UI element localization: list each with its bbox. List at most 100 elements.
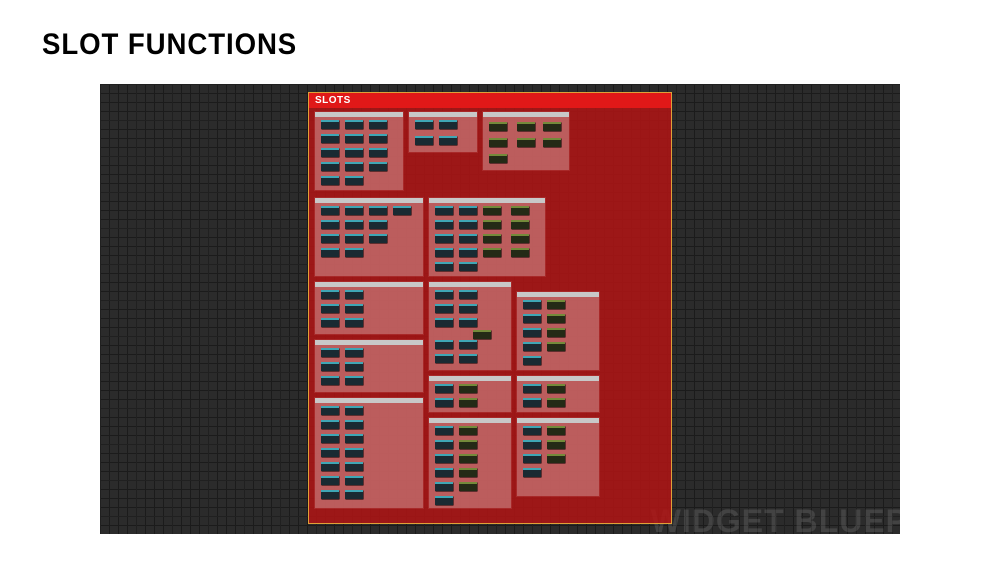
blueprint-node[interactable] [547,426,565,435]
blueprint-node[interactable] [345,348,363,357]
blueprint-node[interactable] [435,290,453,299]
blueprint-node[interactable] [547,440,565,449]
blueprint-node[interactable] [459,398,477,407]
blueprint-node[interactable] [523,342,541,351]
blueprint-node[interactable] [459,440,477,449]
blueprint-node[interactable] [523,426,541,435]
blueprint-node[interactable] [345,362,363,371]
node-group[interactable] [429,282,511,370]
slots-header[interactable]: SLOTS [309,93,671,108]
blueprint-node[interactable] [345,318,363,327]
blueprint-node[interactable] [523,300,541,309]
blueprint-node[interactable] [435,454,453,463]
blueprint-node[interactable] [369,206,387,215]
node-group[interactable] [517,418,599,496]
group-header-bar[interactable] [315,198,423,203]
blueprint-node[interactable] [435,482,453,491]
blueprint-node[interactable] [321,448,339,457]
blueprint-node[interactable] [435,354,453,363]
blueprint-node[interactable] [345,220,363,229]
blueprint-node[interactable] [459,482,477,491]
node-group[interactable] [429,418,511,508]
node-group[interactable] [429,376,511,412]
node-group[interactable] [315,340,423,392]
blueprint-node[interactable] [511,206,529,215]
blueprint-node[interactable] [483,220,501,229]
blueprint-node[interactable] [345,176,363,185]
blueprint-node[interactable] [345,206,363,215]
blueprint-node[interactable] [523,398,541,407]
blueprint-node[interactable] [435,468,453,477]
blueprint-node[interactable] [345,290,363,299]
blueprint-node[interactable] [489,122,507,131]
blueprint-node[interactable] [321,362,339,371]
blueprint-node[interactable] [435,220,453,229]
group-header-bar[interactable] [429,376,511,381]
blueprint-node[interactable] [369,134,387,143]
blueprint-node[interactable] [435,384,453,393]
node-group[interactable] [483,112,569,170]
blueprint-node[interactable] [459,318,477,327]
blueprint-node[interactable] [345,420,363,429]
blueprint-node[interactable] [345,476,363,485]
blueprint-node[interactable] [321,134,339,143]
blueprint-node[interactable] [473,330,491,339]
group-header-bar[interactable] [429,282,511,287]
group-header-bar[interactable] [517,418,599,423]
node-group[interactable] [429,198,545,276]
blueprint-node[interactable] [345,304,363,313]
blueprint-node[interactable] [415,120,433,129]
blueprint-node[interactable] [435,426,453,435]
blueprint-node[interactable] [523,454,541,463]
blueprint-node[interactable] [435,304,453,313]
blueprint-node[interactable] [369,148,387,157]
node-group[interactable] [517,376,599,412]
blueprint-node[interactable] [483,234,501,243]
blueprint-node[interactable] [345,162,363,171]
blueprint-node[interactable] [459,248,477,257]
blueprint-node[interactable] [321,348,339,357]
blueprint-node[interactable] [435,234,453,243]
group-header-bar[interactable] [429,198,545,203]
blueprint-node[interactable] [547,398,565,407]
blueprint-node[interactable] [321,462,339,471]
blueprint-node[interactable] [547,300,565,309]
blueprint-node[interactable] [321,376,339,385]
blueprint-node[interactable] [345,248,363,257]
blueprint-node[interactable] [459,468,477,477]
blueprint-node[interactable] [321,304,339,313]
blueprint-node[interactable] [459,220,477,229]
blueprint-node[interactable] [369,220,387,229]
blueprint-node[interactable] [439,120,457,129]
blueprint-node[interactable] [345,234,363,243]
blueprint-node[interactable] [547,454,565,463]
blueprint-node[interactable] [523,314,541,323]
blueprint-canvas[interactable]: WIDGET BLUEP SLOTS [100,84,900,534]
blueprint-node[interactable] [435,496,453,505]
blueprint-node[interactable] [435,340,453,349]
blueprint-node[interactable] [523,440,541,449]
blueprint-node[interactable] [483,248,501,257]
node-group[interactable] [315,112,403,190]
blueprint-node[interactable] [459,354,477,363]
blueprint-node[interactable] [547,342,565,351]
group-header-bar[interactable] [517,376,599,381]
blueprint-node[interactable] [345,134,363,143]
blueprint-node[interactable] [511,220,529,229]
group-header-bar[interactable] [517,292,599,297]
blueprint-node[interactable] [393,206,411,215]
blueprint-node[interactable] [321,318,339,327]
node-group[interactable] [315,198,423,276]
blueprint-node[interactable] [345,406,363,415]
blueprint-node[interactable] [435,262,453,271]
blueprint-node[interactable] [517,122,535,131]
slots-comment-frame[interactable]: SLOTS [308,92,672,524]
blueprint-node[interactable] [523,468,541,477]
blueprint-node[interactable] [547,328,565,337]
blueprint-node[interactable] [321,434,339,443]
blueprint-node[interactable] [543,122,561,131]
blueprint-node[interactable] [369,234,387,243]
blueprint-node[interactable] [321,476,339,485]
blueprint-node[interactable] [517,138,535,147]
blueprint-node[interactable] [435,398,453,407]
